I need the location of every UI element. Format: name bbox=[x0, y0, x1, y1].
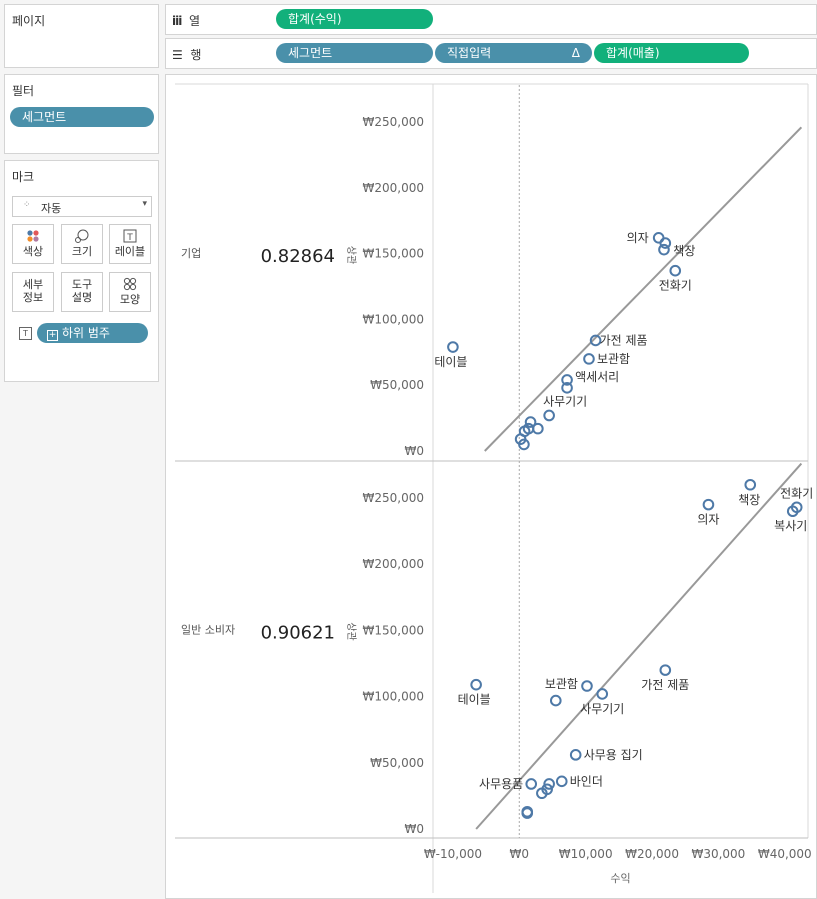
correlation-label: 상관 bbox=[345, 246, 357, 264]
scatter-point bbox=[659, 664, 672, 676]
point-label: 전화기 bbox=[659, 279, 692, 293]
point-label: 의자 bbox=[697, 513, 719, 527]
scatter-point bbox=[555, 775, 568, 788]
segment-label: 일반 소비자 bbox=[181, 623, 235, 637]
y-tick-label: ₩0 bbox=[405, 822, 425, 836]
scatter-chart: ₩0 ₩50,000 ₩100,000 ₩150,000 ₩200,000 ₩250,00… bbox=[175, 83, 813, 893]
point-label: 보관함 bbox=[597, 352, 630, 366]
point-label: 전화기 bbox=[780, 486, 813, 500]
y-tick-label: ₩100,000 bbox=[363, 690, 425, 704]
y-tick-label: ₩200,000 bbox=[363, 557, 425, 571]
x-tick-label: ₩40,000 bbox=[758, 847, 812, 861]
point-label: 액세서리 bbox=[575, 370, 619, 384]
scatter-point bbox=[658, 243, 670, 256]
y-tick-label: ₩0 bbox=[405, 444, 425, 458]
point-label: 의자 bbox=[627, 231, 649, 245]
correlation-value: 0.90621 bbox=[261, 623, 335, 644]
scatter-point bbox=[525, 778, 538, 790]
scatter-point bbox=[652, 232, 665, 244]
x-tick-label: ₩-10,000 bbox=[424, 847, 482, 861]
point-label: 보관함 bbox=[545, 677, 578, 691]
point-label: 책장 bbox=[738, 492, 760, 507]
trend-line bbox=[475, 462, 803, 830]
point-label: 사무기기 bbox=[580, 702, 624, 716]
y-tick-label: ₩250,000 bbox=[363, 491, 425, 505]
y-tick-label: ₩150,000 bbox=[363, 623, 425, 637]
y-tick-label: ₩50,000 bbox=[370, 378, 424, 392]
correlation-label: 상관 bbox=[345, 622, 357, 640]
x-tick-label: ₩10,000 bbox=[559, 847, 613, 861]
point-label: 테이블 bbox=[458, 693, 491, 707]
trend-line bbox=[484, 126, 803, 452]
y-tick-label: ₩250,000 bbox=[363, 115, 425, 129]
x-axis-title: 수익 bbox=[610, 872, 630, 885]
scatter-point bbox=[596, 688, 609, 700]
x-tick-label: ₩0 bbox=[510, 847, 530, 861]
point-label: 가전 제품 bbox=[641, 678, 689, 692]
scatter-point bbox=[532, 422, 544, 435]
scatter-point bbox=[581, 680, 593, 692]
point-label: 가전 제품 bbox=[600, 333, 648, 347]
point-label: 사무용 집기 bbox=[584, 748, 643, 762]
scatter-point bbox=[549, 694, 562, 707]
x-tick-label: ₩20,000 bbox=[625, 847, 679, 861]
scatter-point bbox=[744, 478, 757, 491]
correlation-value: 0.82864 bbox=[261, 246, 335, 267]
point-label: 테이블 bbox=[434, 355, 467, 369]
scatter-point bbox=[702, 498, 715, 511]
point-label: 바인더 bbox=[570, 774, 603, 788]
scatter-point bbox=[583, 353, 595, 365]
scatter-point bbox=[470, 678, 482, 691]
x-tick-label: ₩30,000 bbox=[691, 847, 745, 861]
scatter-point bbox=[669, 264, 682, 277]
point-label: 사무기기 bbox=[543, 394, 587, 408]
y-tick-label: ₩50,000 bbox=[370, 756, 424, 770]
segment-label: 기업 bbox=[181, 247, 201, 260]
y-tick-label: ₩100,000 bbox=[363, 312, 425, 326]
y-tick-label: ₩150,000 bbox=[363, 247, 425, 261]
scatter-point bbox=[447, 341, 459, 353]
point-label: 사무용품 bbox=[479, 777, 523, 791]
scatter-point bbox=[543, 409, 555, 422]
point-label: 책장 bbox=[673, 243, 695, 258]
scatter-point bbox=[569, 749, 582, 761]
point-label: 복사기 bbox=[774, 519, 807, 533]
y-tick-label: ₩200,000 bbox=[363, 181, 425, 195]
